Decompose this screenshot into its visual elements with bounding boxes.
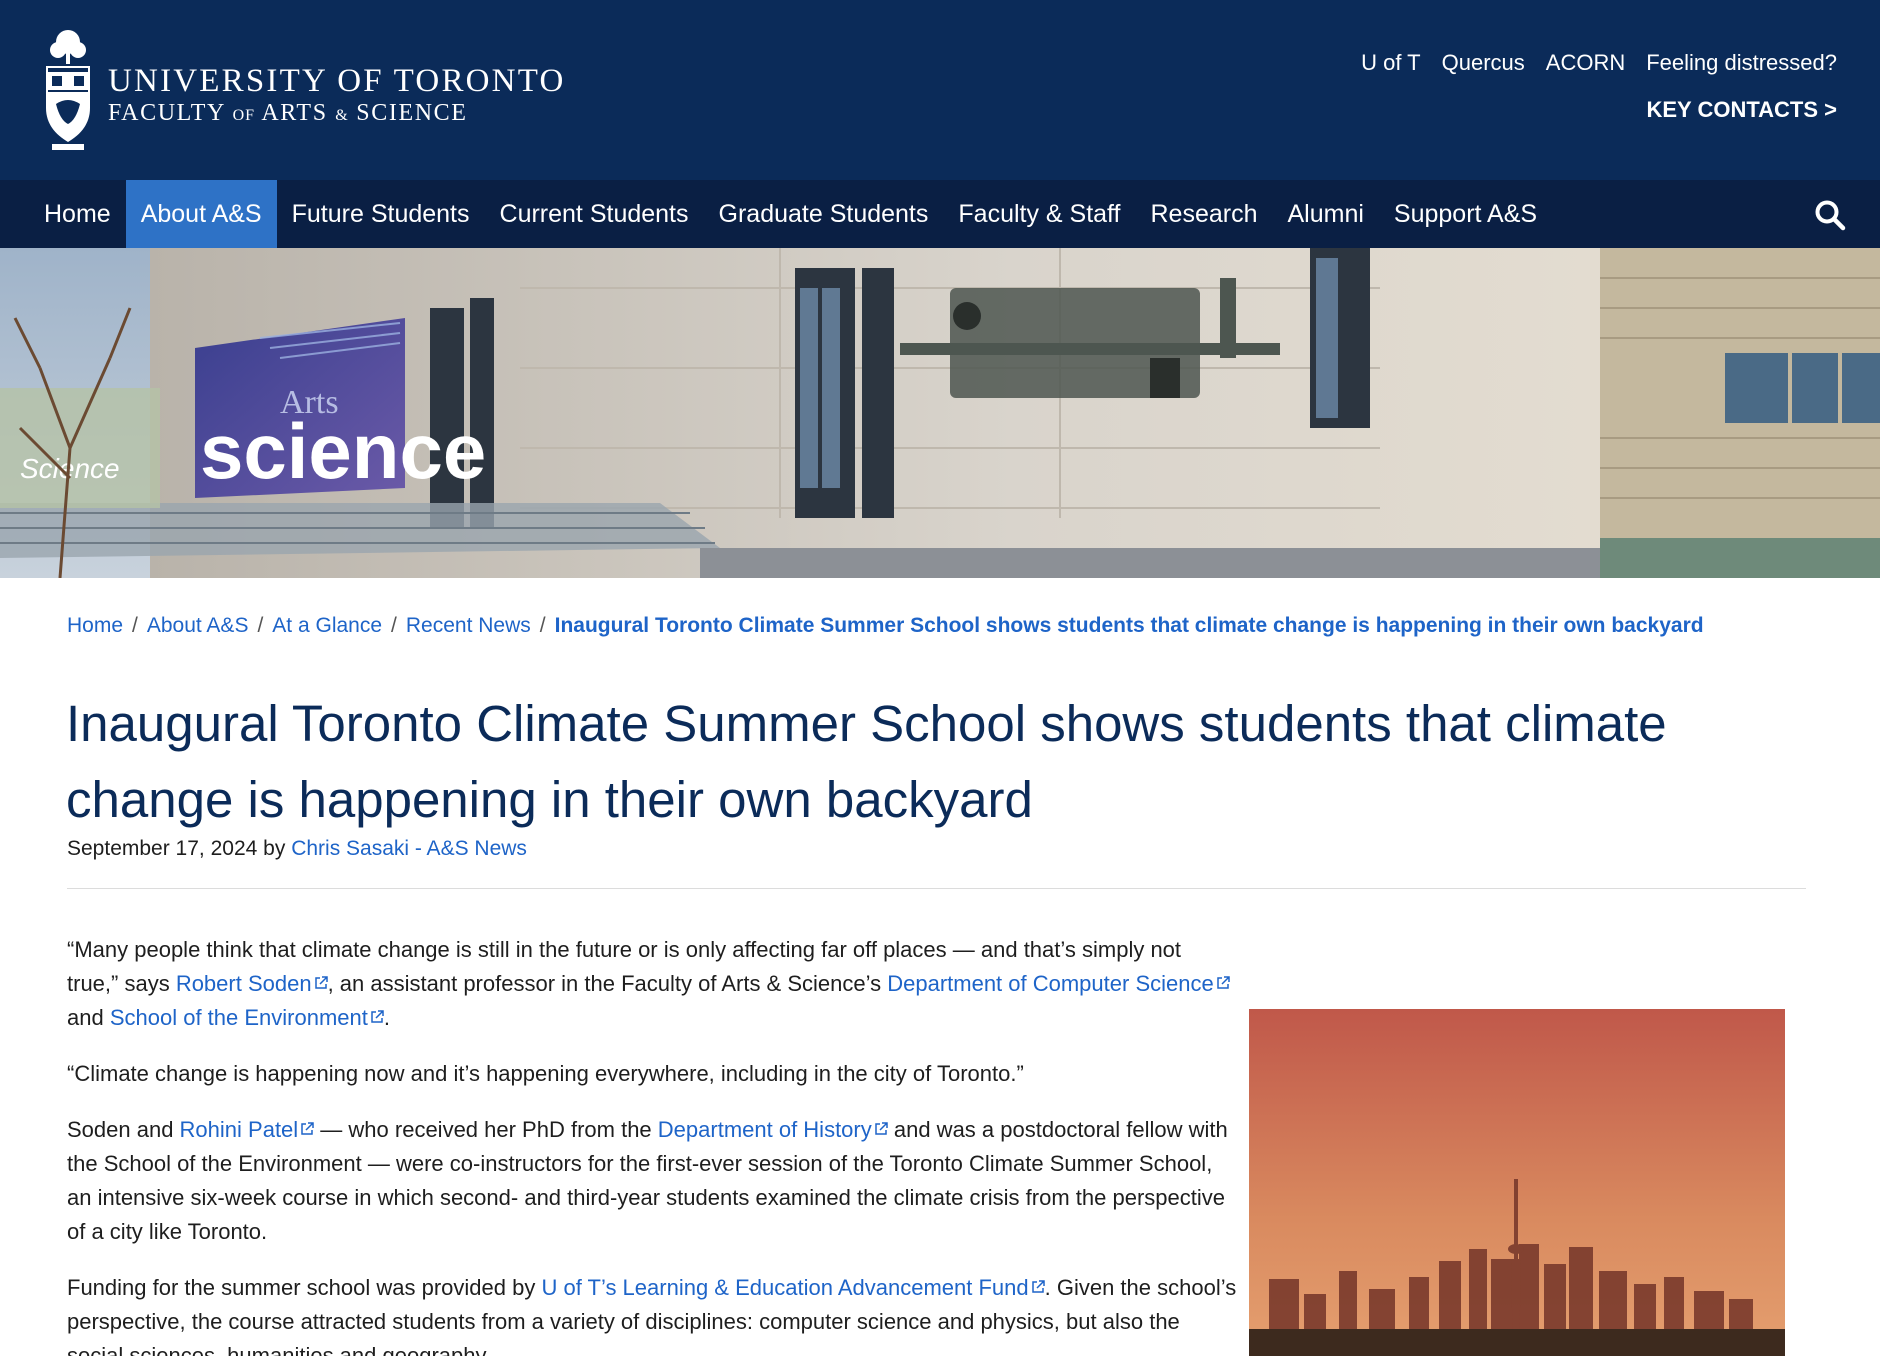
- utility-link-quercus[interactable]: Quercus: [1442, 50, 1525, 76]
- nav-item-home[interactable]: Home: [29, 180, 126, 248]
- building-photo: Arts science Science: [0, 248, 1880, 578]
- breadcrumb-recent-news[interactable]: Recent News: [406, 614, 531, 638]
- nav-item-faculty-staff[interactable]: Faculty & Staff: [943, 180, 1135, 248]
- divider: [67, 888, 1806, 889]
- logo-faculty-name: FACULTY OF ARTS & SCIENCE: [108, 100, 468, 126]
- byline-by: by: [263, 837, 286, 860]
- key-contacts-link[interactable]: KEY CONTACTS >: [1647, 97, 1838, 123]
- hero-image: Arts science Science: [0, 248, 1880, 578]
- breadcrumb-separator: /: [257, 614, 264, 637]
- logo-university-name: UNIVERSITY OF TORONTO: [108, 63, 566, 99]
- external-link-icon: [1216, 976, 1230, 989]
- breadcrumb-home[interactable]: Home: [67, 614, 123, 638]
- author-link[interactable]: Chris Sasaki - A&S News: [291, 837, 527, 860]
- breadcrumb-separator: /: [132, 614, 138, 637]
- skyline-image: [1249, 1009, 1785, 1356]
- article-paragraph: “Many people think that climate change i…: [67, 933, 1237, 1035]
- university-logo[interactable]: UNIVERSITY OF TORONTO FACULTY OF ARTS & …: [42, 28, 566, 152]
- utility-link-feeling-distressed[interactable]: Feeling distressed?: [1646, 50, 1837, 76]
- breadcrumb-separator: /: [539, 614, 546, 637]
- breadcrumb: Home / About A&S / At a Glance / Recent …: [67, 614, 1704, 638]
- svg-text:science: science: [200, 407, 486, 495]
- article-byline: September 17, 2024 by Chris Sasaki - A&S…: [67, 837, 527, 861]
- external-link-icon: [301, 1122, 314, 1135]
- breadcrumb-about[interactable]: About A&S: [147, 614, 249, 638]
- main-navigation: Home About A&S Future Students Current S…: [0, 180, 1880, 248]
- site-header: UNIVERSITY OF TORONTO FACULTY OF ARTS & …: [0, 0, 1880, 180]
- nav-item-graduate-students[interactable]: Graduate Students: [704, 180, 944, 248]
- crest-icon: [46, 30, 90, 150]
- link-rohini-patel[interactable]: Rohini Patel: [180, 1117, 315, 1142]
- utility-nav: U of T Quercus ACORN Feeling distressed?: [1361, 50, 1837, 76]
- page-title: Inaugural Toronto Climate Summer School …: [66, 695, 1667, 828]
- nav-item-support[interactable]: Support A&S: [1379, 180, 1552, 248]
- nav-item-future-students[interactable]: Future Students: [277, 180, 485, 248]
- external-link-icon: [314, 976, 328, 989]
- link-robert-soden[interactable]: Robert Soden: [176, 971, 328, 996]
- breadcrumb-separator: /: [391, 614, 397, 637]
- breadcrumb-current: Inaugural Toronto Climate Summer School …: [554, 614, 1704, 637]
- link-leaf-fund[interactable]: U of T’s Learning & Education Advancemen…: [541, 1275, 1045, 1300]
- article-paragraph: Soden and Rohini Patel — who received he…: [67, 1117, 1228, 1244]
- nav-item-current-students[interactable]: Current Students: [485, 180, 704, 248]
- nav-item-about[interactable]: About A&S: [125, 180, 277, 248]
- link-computer-science[interactable]: Department of Computer Science: [887, 971, 1230, 996]
- utility-link-uoft[interactable]: U of T: [1361, 50, 1421, 76]
- utility-link-acorn[interactable]: ACORN: [1546, 50, 1625, 76]
- search-icon[interactable]: [1814, 199, 1846, 231]
- toronto-skyline-photo: [1249, 1009, 1785, 1356]
- external-link-icon: [1031, 1280, 1045, 1293]
- link-department-of-history[interactable]: Department of History: [658, 1117, 888, 1142]
- external-link-icon: [371, 1010, 384, 1023]
- article-body: “Many people think that climate change i…: [67, 933, 1237, 1356]
- article-date: September 17, 2024: [67, 837, 258, 860]
- nav-item-alumni[interactable]: Alumni: [1273, 180, 1379, 248]
- breadcrumb-at-a-glance[interactable]: At a Glance: [272, 614, 382, 638]
- external-link-icon: [875, 1122, 888, 1135]
- article-paragraph: “Climate change is happening now and it’…: [67, 1061, 1024, 1086]
- logo-wordmark: UNIVERSITY OF TORONTO FACULTY OF ARTS & …: [108, 64, 566, 131]
- nav-item-research[interactable]: Research: [1136, 180, 1273, 248]
- article-paragraph: Funding for the summer school was provid…: [67, 1275, 1237, 1356]
- link-school-of-environment[interactable]: School of the Environment: [110, 1005, 384, 1030]
